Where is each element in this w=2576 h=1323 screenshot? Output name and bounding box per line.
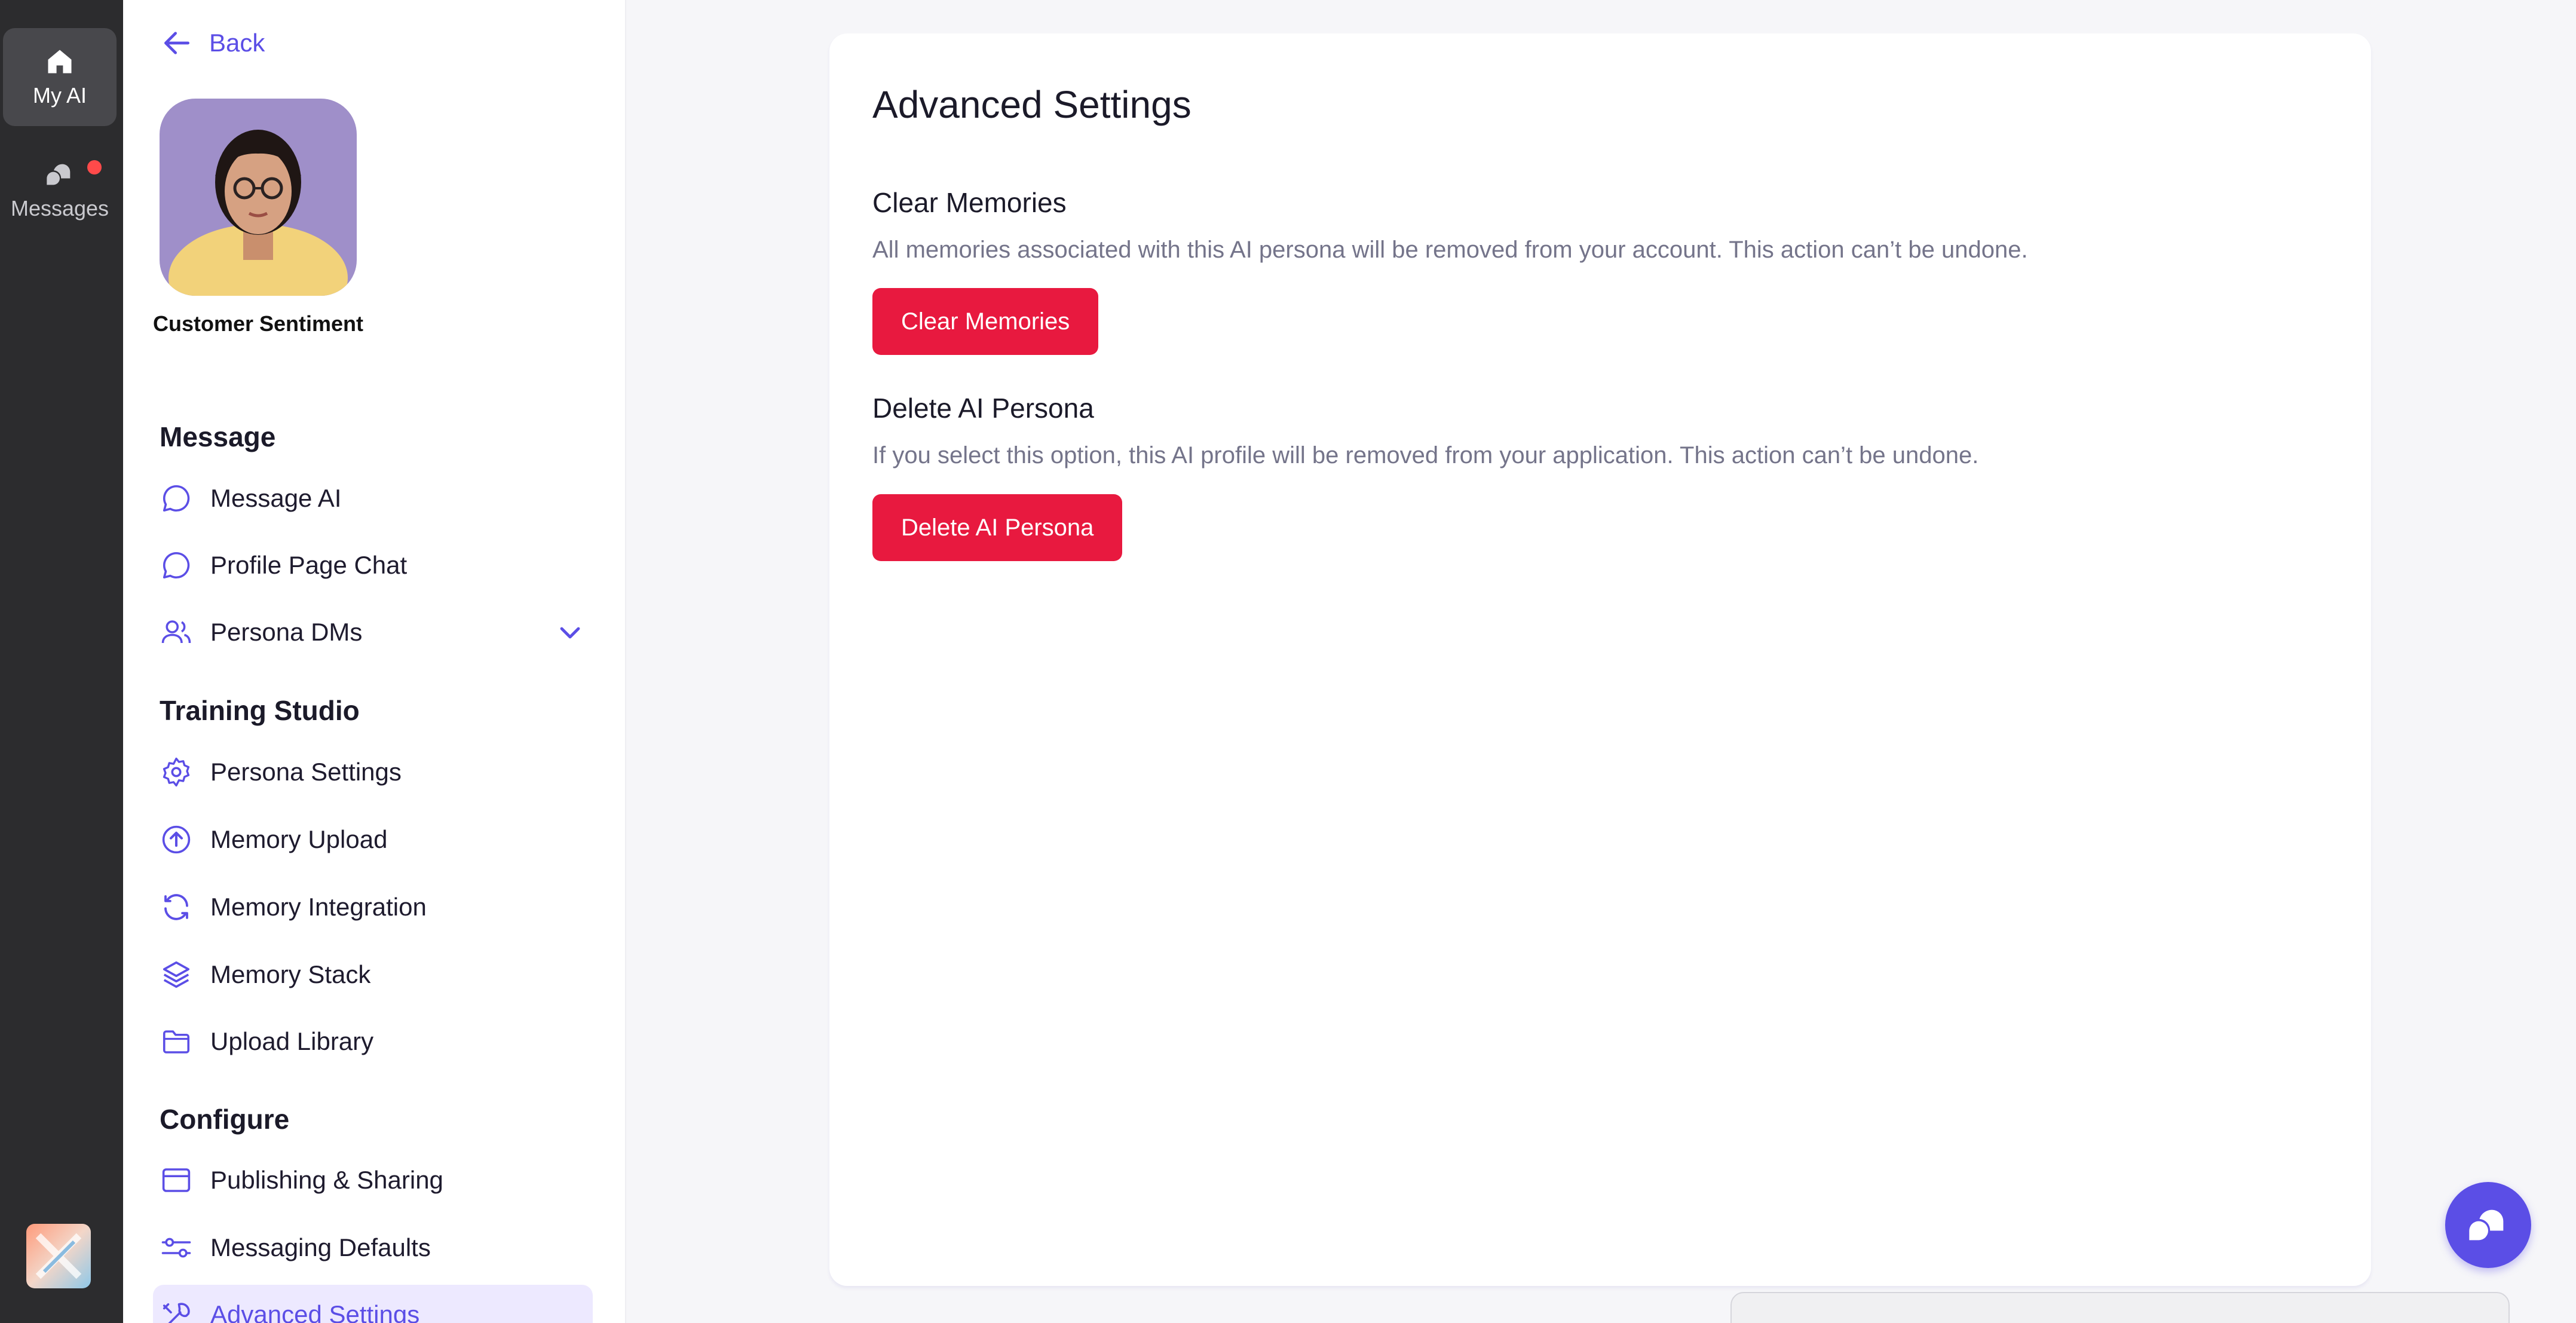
- delete-persona-title: Delete AI Persona: [872, 393, 1094, 424]
- app-rail: My AI Messages: [0, 0, 123, 1323]
- clear-memories-title: Clear Memories: [872, 187, 1067, 218]
- nav-label: Profile Page Chat: [210, 551, 408, 579]
- nav-persona-dms[interactable]: Persona DMs: [160, 608, 584, 656]
- nav-message-ai[interactable]: Message AI: [160, 474, 584, 522]
- nav-advanced-settings[interactable]: Advanced Settings: [153, 1285, 593, 1323]
- layers-icon: [163, 961, 190, 988]
- sync-icon: [164, 894, 188, 920]
- nav-label: Persona Settings: [210, 758, 402, 786]
- delete-persona-button[interactable]: Delete AI Persona: [872, 494, 1123, 561]
- nav-label: Upload Library: [210, 1027, 374, 1055]
- home-icon: [48, 50, 72, 74]
- back-link[interactable]: Back: [160, 24, 265, 62]
- nav-label: Publishing & Sharing: [210, 1166, 443, 1194]
- chat-bubbles-icon: [47, 164, 71, 185]
- advanced-settings-panel: Advanced Settings Clear Memories All mem…: [829, 33, 2371, 1286]
- nav-label: Message AI: [210, 484, 342, 512]
- chat-bubble-icon: [163, 485, 190, 512]
- page-title: Advanced Settings: [872, 83, 1191, 126]
- nav-memory-integration[interactable]: Memory Integration: [160, 883, 584, 931]
- clear-memories-button[interactable]: Clear Memories: [872, 288, 1099, 355]
- notification-dot: [87, 160, 102, 174]
- section-message: Message: [160, 421, 276, 452]
- app-logo[interactable]: [26, 1224, 91, 1288]
- gear-icon: [163, 757, 190, 787]
- browser-window-icon: [162, 1168, 191, 1192]
- nav-label: Memory Upload: [210, 825, 388, 853]
- persona-avatar: [160, 99, 357, 296]
- nav-publishing-sharing[interactable]: Publishing & Sharing: [160, 1156, 584, 1204]
- folder-icon: [163, 1030, 190, 1054]
- users-icon: [161, 620, 191, 644]
- nav-memory-stack[interactable]: Memory Stack: [160, 951, 584, 999]
- sidebar: Back Customer Sentiment Message Message …: [123, 0, 626, 1323]
- nav-label: Persona DMs: [210, 618, 363, 646]
- upload-circle-icon: [162, 825, 191, 854]
- section-training-studio: Training Studio: [160, 695, 360, 726]
- nav-label: Messaging Defaults: [210, 1233, 431, 1261]
- sliders-icon: [161, 1238, 191, 1258]
- nav-upload-library[interactable]: Upload Library: [160, 1018, 584, 1065]
- logo-icon: [26, 1224, 91, 1288]
- persona-name: Customer Sentiment: [152, 311, 364, 336]
- arrow-left-icon: [164, 32, 189, 54]
- rail-my-ai[interactable]: My AI: [3, 28, 117, 126]
- delete-persona-description: If you select this option, this AI profi…: [872, 442, 1979, 468]
- rail-messages-label: Messages: [10, 196, 109, 220]
- nav-label: Memory Stack: [210, 960, 371, 988]
- section-configure: Configure: [160, 1104, 290, 1135]
- nav-persona-settings[interactable]: Persona Settings: [160, 748, 584, 796]
- chat-bubble-icon: [163, 552, 190, 579]
- nav-memory-upload[interactable]: Memory Upload: [160, 816, 584, 863]
- nav-profile-page-chat[interactable]: Profile Page Chat: [160, 541, 584, 589]
- back-label: Back: [209, 29, 265, 57]
- nav-label: Memory Integration: [210, 893, 427, 921]
- tools-icon: [163, 1303, 190, 1323]
- nav-messaging-defaults[interactable]: Messaging Defaults: [160, 1224, 584, 1272]
- nav-label: Advanced Settings: [210, 1300, 420, 1323]
- chevron-down-icon[interactable]: [556, 618, 584, 647]
- chat-launcher-button[interactable]: [2445, 1182, 2531, 1268]
- chat-bubbles-icon: [2469, 1209, 2504, 1241]
- rail-my-ai-label: My AI: [32, 83, 87, 108]
- bottom-sheet-edge[interactable]: [1730, 1292, 2510, 1323]
- rail-messages[interactable]: Messages: [3, 141, 117, 239]
- clear-memories-description: All memories associated with this AI per…: [872, 237, 2028, 263]
